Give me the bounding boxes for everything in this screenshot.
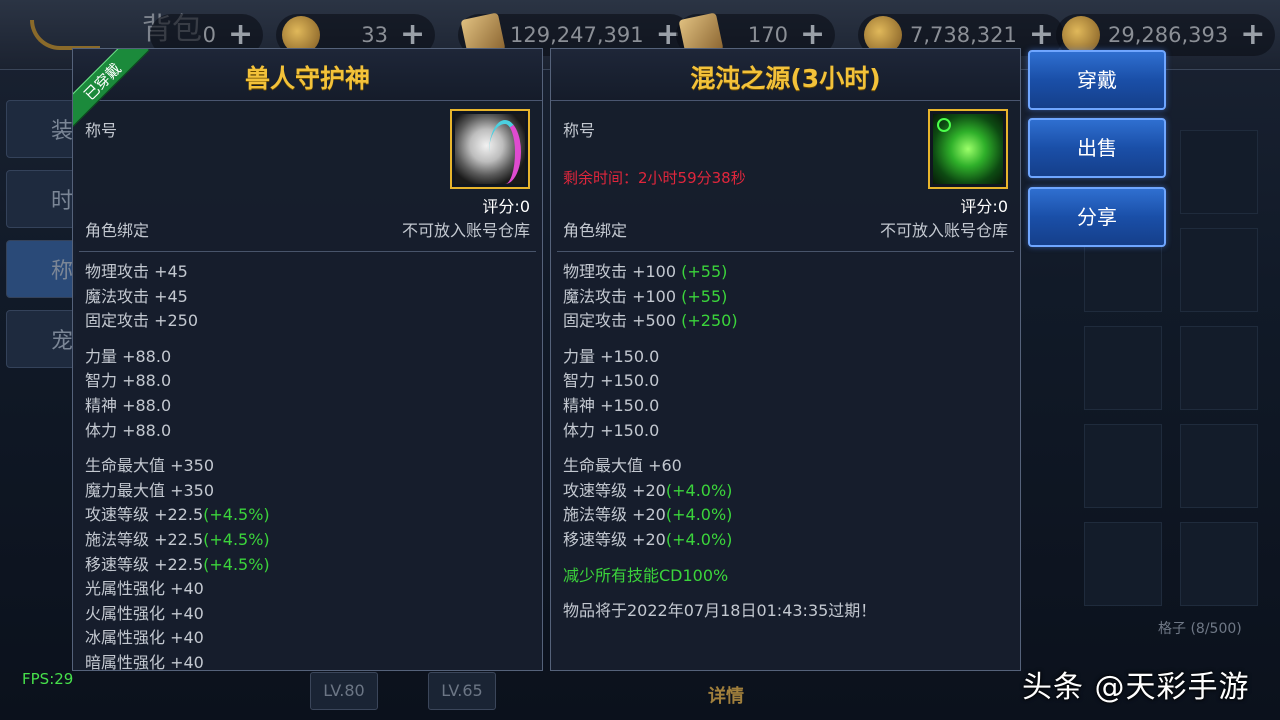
tab-title[interactable]: 称 xyxy=(6,240,76,298)
item-score: 评分:0 xyxy=(960,197,1008,216)
detail-button[interactable]: 详情 xyxy=(708,682,744,708)
stat-line: 移速等级 +20(+4.0%) xyxy=(563,529,733,549)
stat-line: 体力 +150.0 xyxy=(563,420,660,440)
storage-restriction: 不可放入账号仓库 xyxy=(879,221,1008,240)
equip-button[interactable]: 穿戴 xyxy=(1028,50,1166,110)
item-icon-frame xyxy=(450,109,530,189)
currency-value: 7,738,321 xyxy=(910,23,1017,47)
item-name: 混沌之源(3小时) xyxy=(551,49,1020,101)
tab-pet[interactable]: 宠 xyxy=(6,310,76,368)
level-badge: LV.65 xyxy=(428,672,496,710)
stat-line: 攻速等级 +22.5(+4.5%) xyxy=(85,505,270,525)
stat-line: 魔法攻击 +45 xyxy=(85,286,188,306)
stat-line: 光属性强化 +40 xyxy=(85,579,204,599)
stat-line: 生命最大值 +60 xyxy=(563,456,682,476)
stat-line: 精神 +88.0 xyxy=(85,395,172,415)
stat-line: 火属性强化 +40 xyxy=(85,603,204,623)
inventory-slot[interactable] xyxy=(1180,130,1258,214)
stat-line: 物理攻击 +45 xyxy=(85,262,188,281)
stat-list: 物理攻击 +45 魔法攻击 +45 固定攻击 +250 力量 +88.0 智力 … xyxy=(73,252,542,671)
green-gem-icon xyxy=(933,114,1003,184)
stat-line: 智力 +150.0 xyxy=(563,371,660,391)
add-currency-button[interactable]: + xyxy=(228,20,253,50)
add-currency-button[interactable]: + xyxy=(400,20,425,50)
stat-line: 施法等级 +22.5(+4.5%) xyxy=(85,529,270,549)
inventory-slot[interactable] xyxy=(1180,228,1258,312)
wolf-emblem-icon xyxy=(455,114,525,184)
coin-icon xyxy=(1062,16,1100,54)
stat-line: 力量 +88.0 xyxy=(85,346,172,366)
currency-value: 129,247,391 xyxy=(510,23,644,47)
inventory-slot[interactable] xyxy=(1084,326,1162,410)
stat-line: 移速等级 +22.5(+4.5%) xyxy=(85,554,270,574)
stat-line: 固定攻击 +250 xyxy=(85,311,199,331)
inventory-slot[interactable] xyxy=(1084,424,1162,508)
equipped-item-panel: 已穿戴 兽人守护神 称号 评分:0 角色绑定 不可放入账号仓库 物理攻击 +45… xyxy=(72,48,543,671)
inventory-slot[interactable] xyxy=(1180,326,1258,410)
currency-value: 33 xyxy=(361,23,388,47)
stat-line: 魔法攻击 +100 (+55) xyxy=(563,286,728,306)
stat-line: 固定攻击 +500 (+250) xyxy=(563,311,738,331)
stat-line: 暗属性强化 +40 xyxy=(85,652,204,671)
stat-line: 生命最大值 +350 xyxy=(85,456,215,476)
selected-item-panel: 混沌之源(3小时) 称号 剩余时间：2小时59分38秒 评分:0 角色绑定 不可… xyxy=(550,48,1021,671)
tab-fashion[interactable]: 时 xyxy=(6,170,76,228)
fps-counter: FPS:29 xyxy=(22,670,74,688)
add-currency-button[interactable]: + xyxy=(1240,20,1265,50)
watermark: 头条 @天彩手游 xyxy=(1022,670,1250,705)
currency-value: 170 xyxy=(747,23,788,47)
stat-line: 魔力最大值 +350 xyxy=(85,480,215,500)
inventory-slot[interactable] xyxy=(1180,424,1258,508)
expiry-note: 物品将于2022年07月18日01:43:35过期！ xyxy=(563,601,877,621)
storage-restriction: 不可放入账号仓库 xyxy=(401,221,530,240)
stat-line: 施法等级 +20(+4.0%) xyxy=(563,505,733,525)
tab-equipment[interactable]: 装 xyxy=(6,100,76,158)
item-icon-frame xyxy=(928,109,1008,189)
stat-line: 智力 +88.0 xyxy=(85,371,172,391)
add-currency-button[interactable]: + xyxy=(1029,20,1054,50)
stat-line: 冰属性强化 +40 xyxy=(85,628,204,648)
level-badge: LV.80 xyxy=(310,672,378,710)
add-currency-button[interactable]: + xyxy=(800,20,825,50)
stat-line: 体力 +88.0 xyxy=(85,420,172,440)
back-arrow-icon[interactable] xyxy=(30,20,100,50)
remaining-time: 剩余时间：2小时59分38秒 xyxy=(563,169,746,187)
item-score: 评分:0 xyxy=(482,197,530,216)
stat-line: 力量 +150.0 xyxy=(563,346,660,366)
stat-line: 物理攻击 +100 (+55) xyxy=(563,262,728,281)
inventory-slot[interactable] xyxy=(1084,522,1162,606)
currency-value: 29,286,393 xyxy=(1108,23,1229,47)
stat-line: 精神 +150.0 xyxy=(563,395,660,415)
inventory-slot[interactable] xyxy=(1180,522,1258,606)
slot-count: 格子 (8/500) xyxy=(1158,621,1242,637)
bind-type: 角色绑定 xyxy=(563,221,628,240)
sell-button[interactable]: 出售 xyxy=(1028,118,1166,178)
stat-list: 物理攻击 +100 (+55) 魔法攻击 +100 (+55) 固定攻击 +50… xyxy=(551,252,1020,624)
special-effect: 减少所有技能CD100% xyxy=(563,565,729,585)
currency-value: 0 xyxy=(202,23,216,47)
stat-line: 攻速等级 +20(+4.0%) xyxy=(563,480,733,500)
bind-type: 角色绑定 xyxy=(85,221,150,240)
item-name: 兽人守护神 xyxy=(73,49,542,101)
share-button[interactable]: 分享 xyxy=(1028,187,1166,247)
